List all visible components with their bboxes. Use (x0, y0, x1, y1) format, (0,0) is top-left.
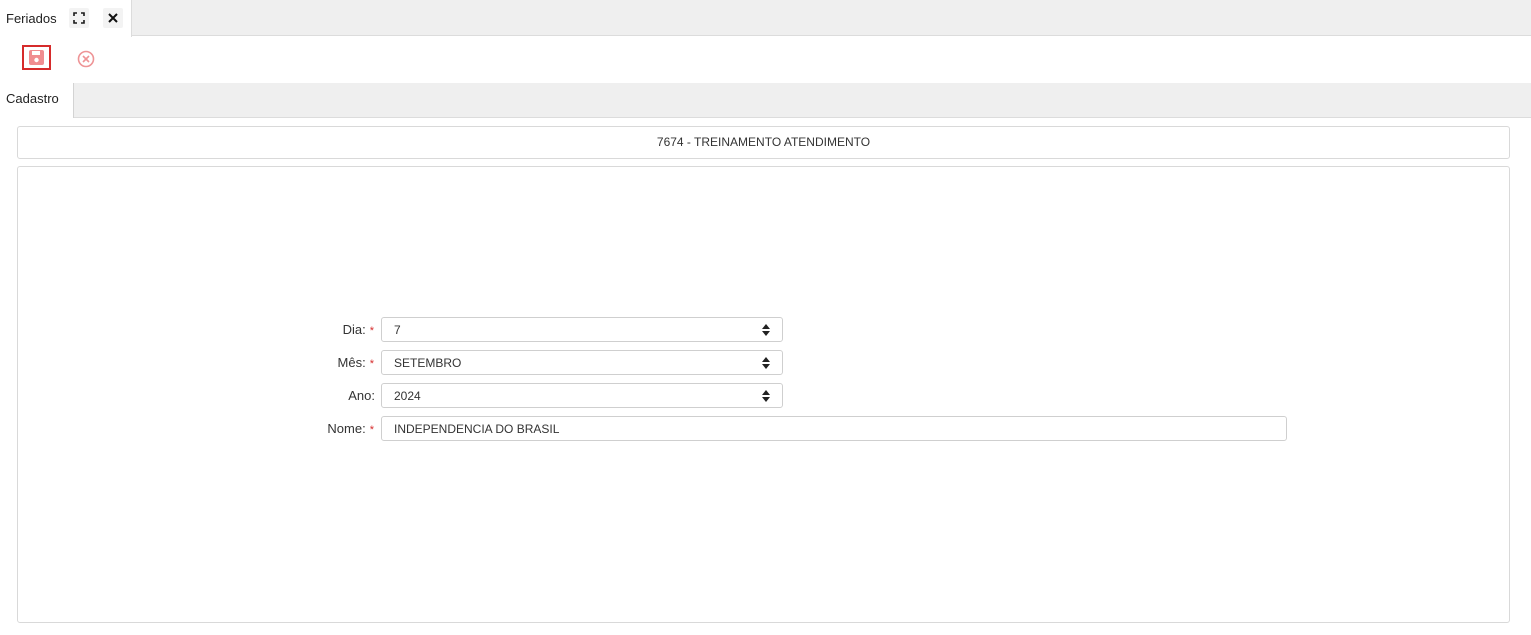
toolbar (0, 37, 1531, 83)
floppy-disk-icon (29, 50, 44, 65)
ano-label: Ano: (254, 388, 375, 403)
tab-cadastro[interactable]: Cadastro (0, 83, 74, 118)
sort-arrows-icon (762, 390, 770, 402)
mes-select-value: SETEMBRO (394, 356, 462, 370)
save-button[interactable] (22, 45, 51, 70)
required-marker: * (369, 358, 374, 370)
cancel-button[interactable] (76, 49, 96, 69)
dia-select[interactable]: 7 (381, 317, 783, 342)
tab-cadastro-label: Cadastro (6, 91, 59, 106)
section-tabbar: Cadastro (0, 83, 1531, 118)
mes-label: Mês: * (254, 355, 374, 370)
window-tabbar: Feriados (0, 0, 1531, 37)
app-root: Feriados Cadastro 7674 - TREINAMENTO ATE… (0, 0, 1531, 635)
ano-select[interactable]: 2024 (381, 383, 783, 408)
required-marker: * (369, 424, 374, 436)
company-header: 7674 - TREINAMENTO ATENDIMENTO (17, 126, 1510, 159)
sort-arrows-icon (762, 324, 770, 336)
window-tab-feriados[interactable]: Feriados (0, 0, 132, 37)
dia-select-value: 7 (394, 323, 401, 337)
mes-label-text: Mês: (337, 355, 366, 370)
dia-label: Dia: * (254, 322, 374, 337)
expand-icon[interactable] (69, 8, 89, 28)
mes-select[interactable]: SETEMBRO (381, 350, 783, 375)
circle-x-icon (77, 50, 95, 68)
sort-arrows-icon (762, 357, 770, 369)
window-tab-title: Feriados (6, 11, 57, 26)
ano-select-value: 2024 (394, 389, 421, 403)
nome-label-text: Nome: (327, 421, 366, 436)
nome-label: Nome: * (254, 421, 374, 436)
dia-label-text: Dia: (342, 322, 366, 337)
required-marker: * (369, 325, 374, 337)
close-icon[interactable] (103, 8, 123, 28)
ano-label-text: Ano: (348, 388, 375, 403)
nome-input[interactable] (381, 416, 1287, 441)
